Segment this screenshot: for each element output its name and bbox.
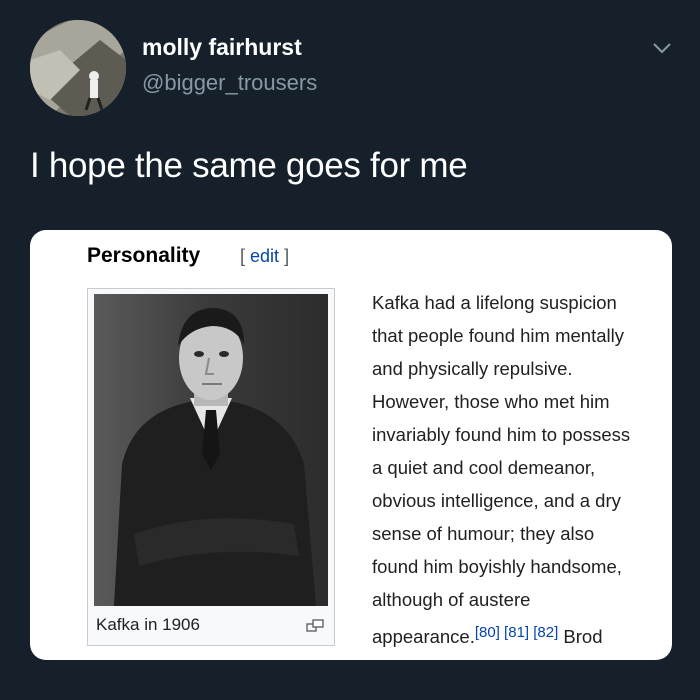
edit-bracket-open: [: [240, 246, 246, 266]
article-line: invariably found him to possess: [372, 424, 631, 445]
portrait-photo[interactable]: [94, 294, 328, 606]
display-name[interactable]: molly fairhurst: [142, 34, 302, 61]
tweet-text: I hope the same goes for me: [30, 146, 468, 185]
article-paragraph: Kafka had a lifelong suspicion that peop…: [372, 286, 664, 653]
citation-links[interactable]: [80] [81] [82]: [475, 624, 558, 641]
edit-label[interactable]: edit: [250, 246, 279, 266]
article-line: although of austere: [372, 589, 531, 610]
article-line: Kafka had a lifelong suspicion: [372, 292, 617, 313]
edit-section-link[interactable]: [ edit ]: [240, 246, 289, 267]
figure-caption: Kafka in 1906: [96, 615, 200, 634]
article-line: However, those who met him: [372, 391, 610, 412]
article-line-last: appearance.[80] [81] [82] Brod: [372, 616, 664, 653]
avatar-photo: [30, 20, 126, 116]
chevron-down-icon[interactable]: [650, 38, 674, 58]
article-line: sense of humour; they also: [372, 523, 595, 544]
article-line-trailing: Brod: [563, 626, 603, 647]
article-line: obvious intelligence, and a dry: [372, 490, 621, 511]
figure-thumbnail: Kafka in 1906: [87, 288, 335, 646]
avatar[interactable]: [30, 20, 126, 116]
user-handle[interactable]: @bigger_trousers: [142, 70, 317, 96]
attached-image[interactable]: Personality [ edit ] Kafka in 1906 Kafka…: [30, 230, 672, 660]
section-heading: Personality: [87, 244, 201, 267]
edit-bracket-close: ]: [284, 246, 290, 266]
article-line-text: appearance.: [372, 626, 475, 647]
article-line: found him boyishly handsome,: [372, 556, 622, 577]
magnify-clip-icon[interactable]: [306, 619, 324, 633]
article-line: a quiet and cool demeanor,: [372, 457, 596, 478]
article-line: that people found him mentally: [372, 325, 624, 346]
article-line: and physically repulsive.: [372, 358, 573, 379]
